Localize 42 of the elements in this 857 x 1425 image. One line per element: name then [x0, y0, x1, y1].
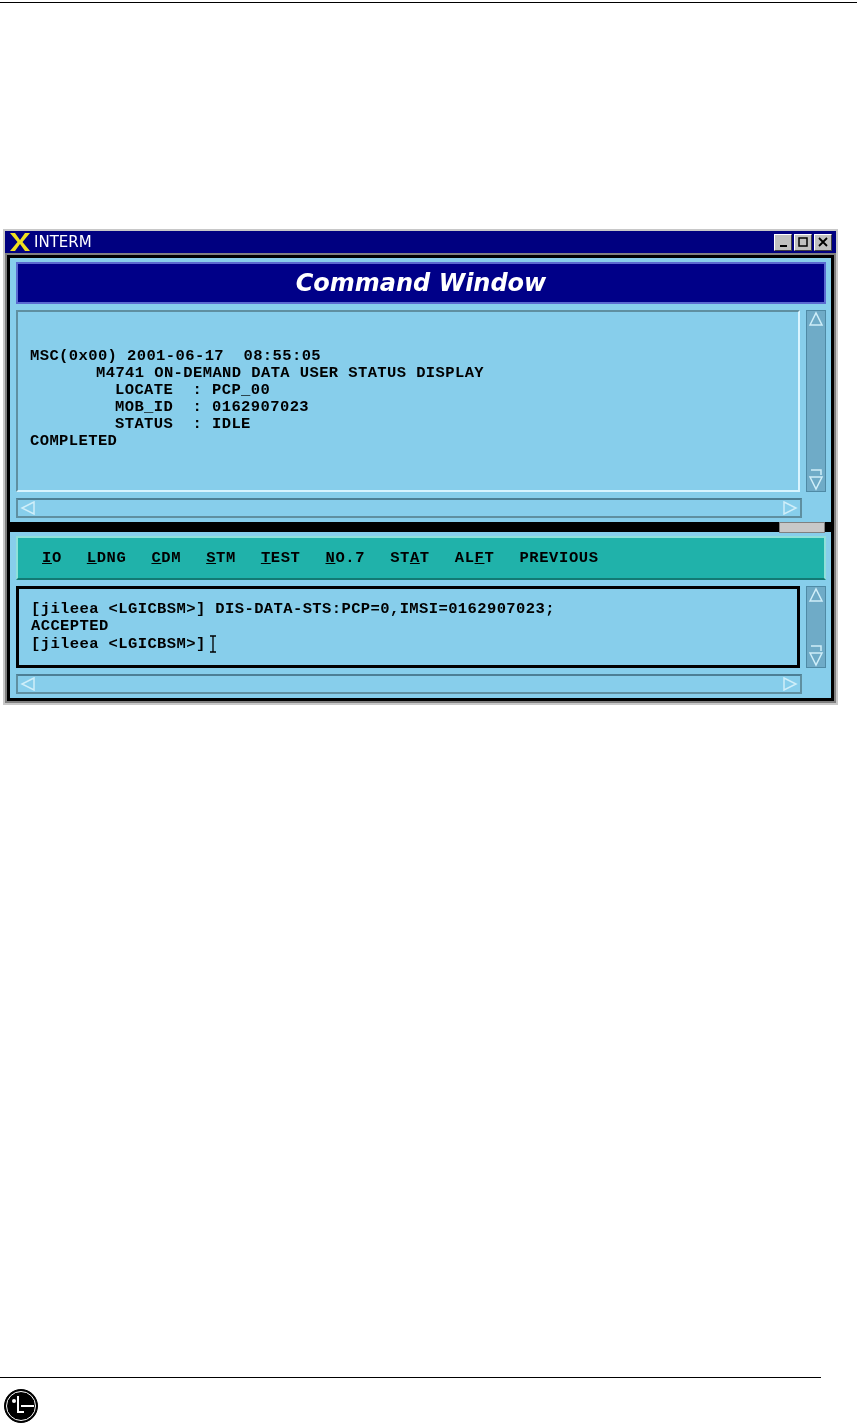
- input-pane[interactable]: [jileea <LGICBSM>] DIS-DATA-STS:PCP=0,IMSI=0162907023; ACCEPTED [jileea <LGICBSM>]: [16, 586, 800, 668]
- header-title: Command Window: [295, 269, 547, 297]
- menu-item[interactable]: LDNG: [78, 549, 135, 567]
- menu-item[interactable]: STAT: [382, 549, 438, 567]
- maximize-button[interactable]: [794, 233, 812, 251]
- scroll-right-icon[interactable]: [782, 501, 798, 515]
- x-logo-icon: [8, 232, 32, 252]
- output-line: MSC(0x00) 2001-06-17 08:55:05: [30, 348, 323, 365]
- horizontal-scrollbar[interactable]: [16, 498, 802, 518]
- output-line: COMPLETED: [30, 433, 119, 450]
- menu-item[interactable]: STM: [198, 549, 244, 567]
- minimize-button[interactable]: [774, 233, 792, 251]
- splitter-handle[interactable]: [779, 522, 825, 533]
- menu-item[interactable]: IO: [34, 549, 70, 567]
- output-line: LOCATE : PCP_00: [114, 382, 272, 399]
- vertical-scrollbar[interactable]: [806, 310, 826, 492]
- menu-item[interactable]: NO.7: [317, 549, 374, 567]
- scroll-up-icon[interactable]: [808, 587, 824, 603]
- close-button[interactable]: [814, 233, 832, 251]
- scroll-right-icon[interactable]: [782, 677, 798, 691]
- minimize-icon: [779, 244, 787, 247]
- vertical-scrollbar[interactable]: [806, 586, 826, 668]
- text-cursor-icon: [208, 635, 217, 653]
- scroll-down-icon[interactable]: [808, 469, 824, 491]
- menu-item[interactable]: TEST: [252, 549, 309, 567]
- prompt: [jileea <LGICBSM>]: [31, 635, 206, 653]
- output-line: MOB_ID : 0162907023: [114, 399, 311, 416]
- menu-item[interactable]: PREVIOUS: [511, 549, 607, 567]
- scroll-up-icon[interactable]: [808, 311, 824, 327]
- menu-item[interactable]: CDM: [143, 549, 190, 567]
- scroll-down-icon[interactable]: [808, 645, 824, 667]
- console-line: [jileea <LGICBSM>] DIS-DATA-STS:PCP=0,IMSI=0162907023;: [31, 601, 556, 618]
- scroll-left-icon[interactable]: [20, 677, 36, 691]
- maximize-icon: [798, 237, 808, 247]
- scroll-left-icon[interactable]: [20, 501, 36, 515]
- output-line: M4741 ON-DEMAND DATA USER STATUS DISPLAY: [95, 365, 486, 382]
- horizontal-scrollbar[interactable]: [16, 674, 802, 694]
- console-line: ACCEPTED: [31, 618, 110, 635]
- output-line: STATUS : IDLE: [114, 416, 252, 433]
- menu-item[interactable]: ALFT: [446, 549, 503, 567]
- window-title: INTERM: [34, 233, 92, 251]
- close-icon: [818, 237, 828, 247]
